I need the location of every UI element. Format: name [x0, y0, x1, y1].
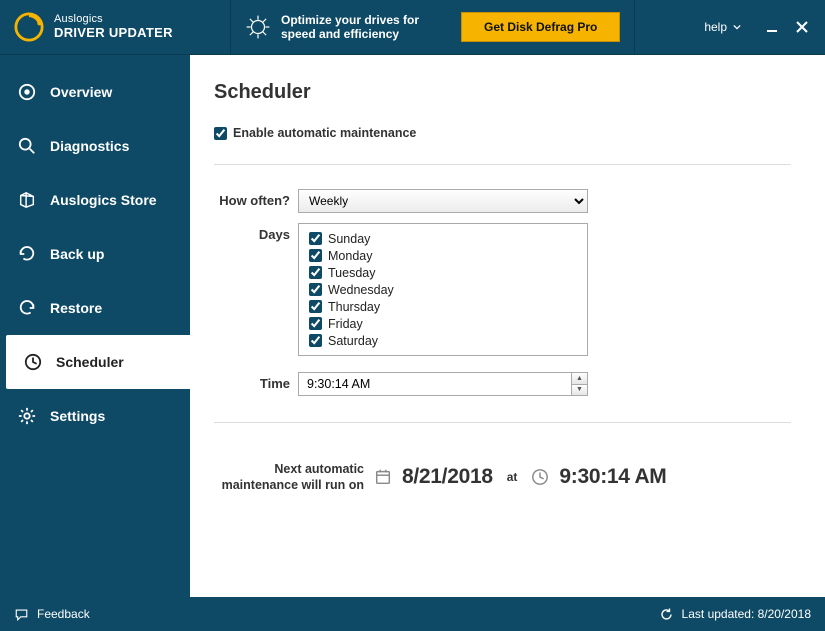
- sidebar: Overview Diagnostics Auslogics Store Bac…: [0, 55, 190, 597]
- backup-icon: [18, 245, 36, 263]
- last-updated: Last updated: 8/20/2018: [659, 607, 811, 622]
- day-row-friday[interactable]: Friday: [309, 315, 577, 332]
- sidebar-item-label: Restore: [50, 300, 102, 316]
- enable-maintenance-row[interactable]: Enable automatic maintenance: [214, 126, 791, 140]
- time-label: Time: [214, 372, 298, 391]
- time-up-button[interactable]: ▲: [572, 373, 587, 385]
- divider: [214, 422, 791, 423]
- enable-maintenance-label: Enable automatic maintenance: [233, 126, 416, 140]
- logo-text: Auslogics DRIVER UPDATER: [54, 13, 173, 41]
- close-button[interactable]: [793, 18, 811, 36]
- sidebar-item-scheduler[interactable]: Scheduler: [6, 335, 190, 389]
- day-checkbox[interactable]: [309, 334, 322, 347]
- day-checkbox[interactable]: [309, 266, 322, 279]
- divider: [214, 164, 791, 165]
- promo-banner: Optimize your drives for speed and effic…: [230, 0, 635, 54]
- calendar-icon: [374, 468, 392, 486]
- main-content: Scheduler Enable automatic maintenance H…: [190, 55, 825, 597]
- header: Auslogics DRIVER UPDATER Optimize your d…: [0, 0, 825, 55]
- next-run-time: 9:30:14 AM: [559, 465, 666, 489]
- speech-bubble-icon: [14, 607, 29, 622]
- sidebar-item-diagnostics[interactable]: Diagnostics: [0, 119, 190, 173]
- next-run-date: 8/21/2018: [402, 465, 493, 489]
- time-stepper: ▲ ▼: [298, 372, 588, 396]
- logo-icon: [14, 12, 44, 42]
- clock-icon: [531, 468, 549, 486]
- how-often-select[interactable]: Weekly: [298, 189, 588, 213]
- help-label: help: [704, 20, 727, 34]
- sidebar-item-store[interactable]: Auslogics Store: [0, 173, 190, 227]
- store-icon: [18, 191, 36, 209]
- day-label: Tuesday: [328, 266, 375, 280]
- day-label: Saturday: [328, 334, 378, 348]
- day-label: Monday: [328, 249, 372, 263]
- window-controls: [763, 18, 825, 36]
- next-run-row: Next automatic maintenance will run on 8…: [214, 461, 791, 494]
- sidebar-item-overview[interactable]: Overview: [0, 65, 190, 119]
- sidebar-item-label: Diagnostics: [50, 138, 129, 154]
- chevron-down-icon: [733, 23, 741, 31]
- next-run-at: at: [507, 470, 518, 484]
- clock-icon: [24, 353, 42, 371]
- sidebar-item-settings[interactable]: Settings: [0, 389, 190, 443]
- last-updated-label: Last updated: 8/20/2018: [682, 607, 811, 621]
- sidebar-item-label: Back up: [50, 246, 104, 262]
- footer: Feedback Last updated: 8/20/2018: [0, 597, 825, 631]
- day-checkbox[interactable]: [309, 249, 322, 262]
- day-row-monday[interactable]: Monday: [309, 247, 577, 264]
- day-label: Sunday: [328, 232, 370, 246]
- day-row-wednesday[interactable]: Wednesday: [309, 281, 577, 298]
- sidebar-item-restore[interactable]: Restore: [0, 281, 190, 335]
- page-title: Scheduler: [214, 81, 791, 104]
- day-label: Thursday: [328, 300, 380, 314]
- day-row-tuesday[interactable]: Tuesday: [309, 264, 577, 281]
- restore-icon: [18, 299, 36, 317]
- time-down-button[interactable]: ▼: [572, 385, 587, 396]
- day-row-sunday[interactable]: Sunday: [309, 230, 577, 247]
- day-checkbox[interactable]: [309, 283, 322, 296]
- day-checkbox[interactable]: [309, 232, 322, 245]
- day-checkbox[interactable]: [309, 317, 322, 330]
- days-label: Days: [214, 223, 298, 242]
- day-label: Friday: [328, 317, 363, 331]
- brand-name: Auslogics: [54, 13, 173, 26]
- sidebar-item-label: Auslogics Store: [50, 192, 157, 208]
- get-disk-defrag-button[interactable]: Get Disk Defrag Pro: [461, 12, 620, 42]
- minimize-button[interactable]: [763, 18, 781, 36]
- help-dropdown[interactable]: help: [704, 20, 763, 34]
- sidebar-item-label: Settings: [50, 408, 105, 424]
- enable-maintenance-checkbox[interactable]: [214, 127, 227, 140]
- search-icon: [18, 137, 36, 155]
- logo-area: Auslogics DRIVER UPDATER: [0, 12, 230, 42]
- feedback-label: Feedback: [37, 607, 90, 621]
- sidebar-item-label: Scheduler: [56, 354, 124, 370]
- optimize-icon: [245, 14, 271, 40]
- day-label: Wednesday: [328, 283, 394, 297]
- sidebar-item-backup[interactable]: Back up: [0, 227, 190, 281]
- product-name: DRIVER UPDATER: [54, 26, 173, 41]
- sidebar-item-label: Overview: [50, 84, 112, 100]
- days-list: Sunday Monday Tuesday Wednesday Thursday…: [298, 223, 588, 356]
- how-often-label: How often?: [214, 189, 298, 208]
- day-row-saturday[interactable]: Saturday: [309, 332, 577, 349]
- promo-text: Optimize your drives for speed and effic…: [281, 13, 451, 42]
- feedback-link[interactable]: Feedback: [14, 607, 90, 622]
- day-checkbox[interactable]: [309, 300, 322, 313]
- target-icon: [18, 83, 36, 101]
- refresh-icon: [659, 607, 674, 622]
- gear-icon: [18, 407, 36, 425]
- time-input[interactable]: [299, 373, 571, 395]
- day-row-thursday[interactable]: Thursday: [309, 298, 577, 315]
- next-run-label: Next automatic maintenance will run on: [214, 461, 364, 494]
